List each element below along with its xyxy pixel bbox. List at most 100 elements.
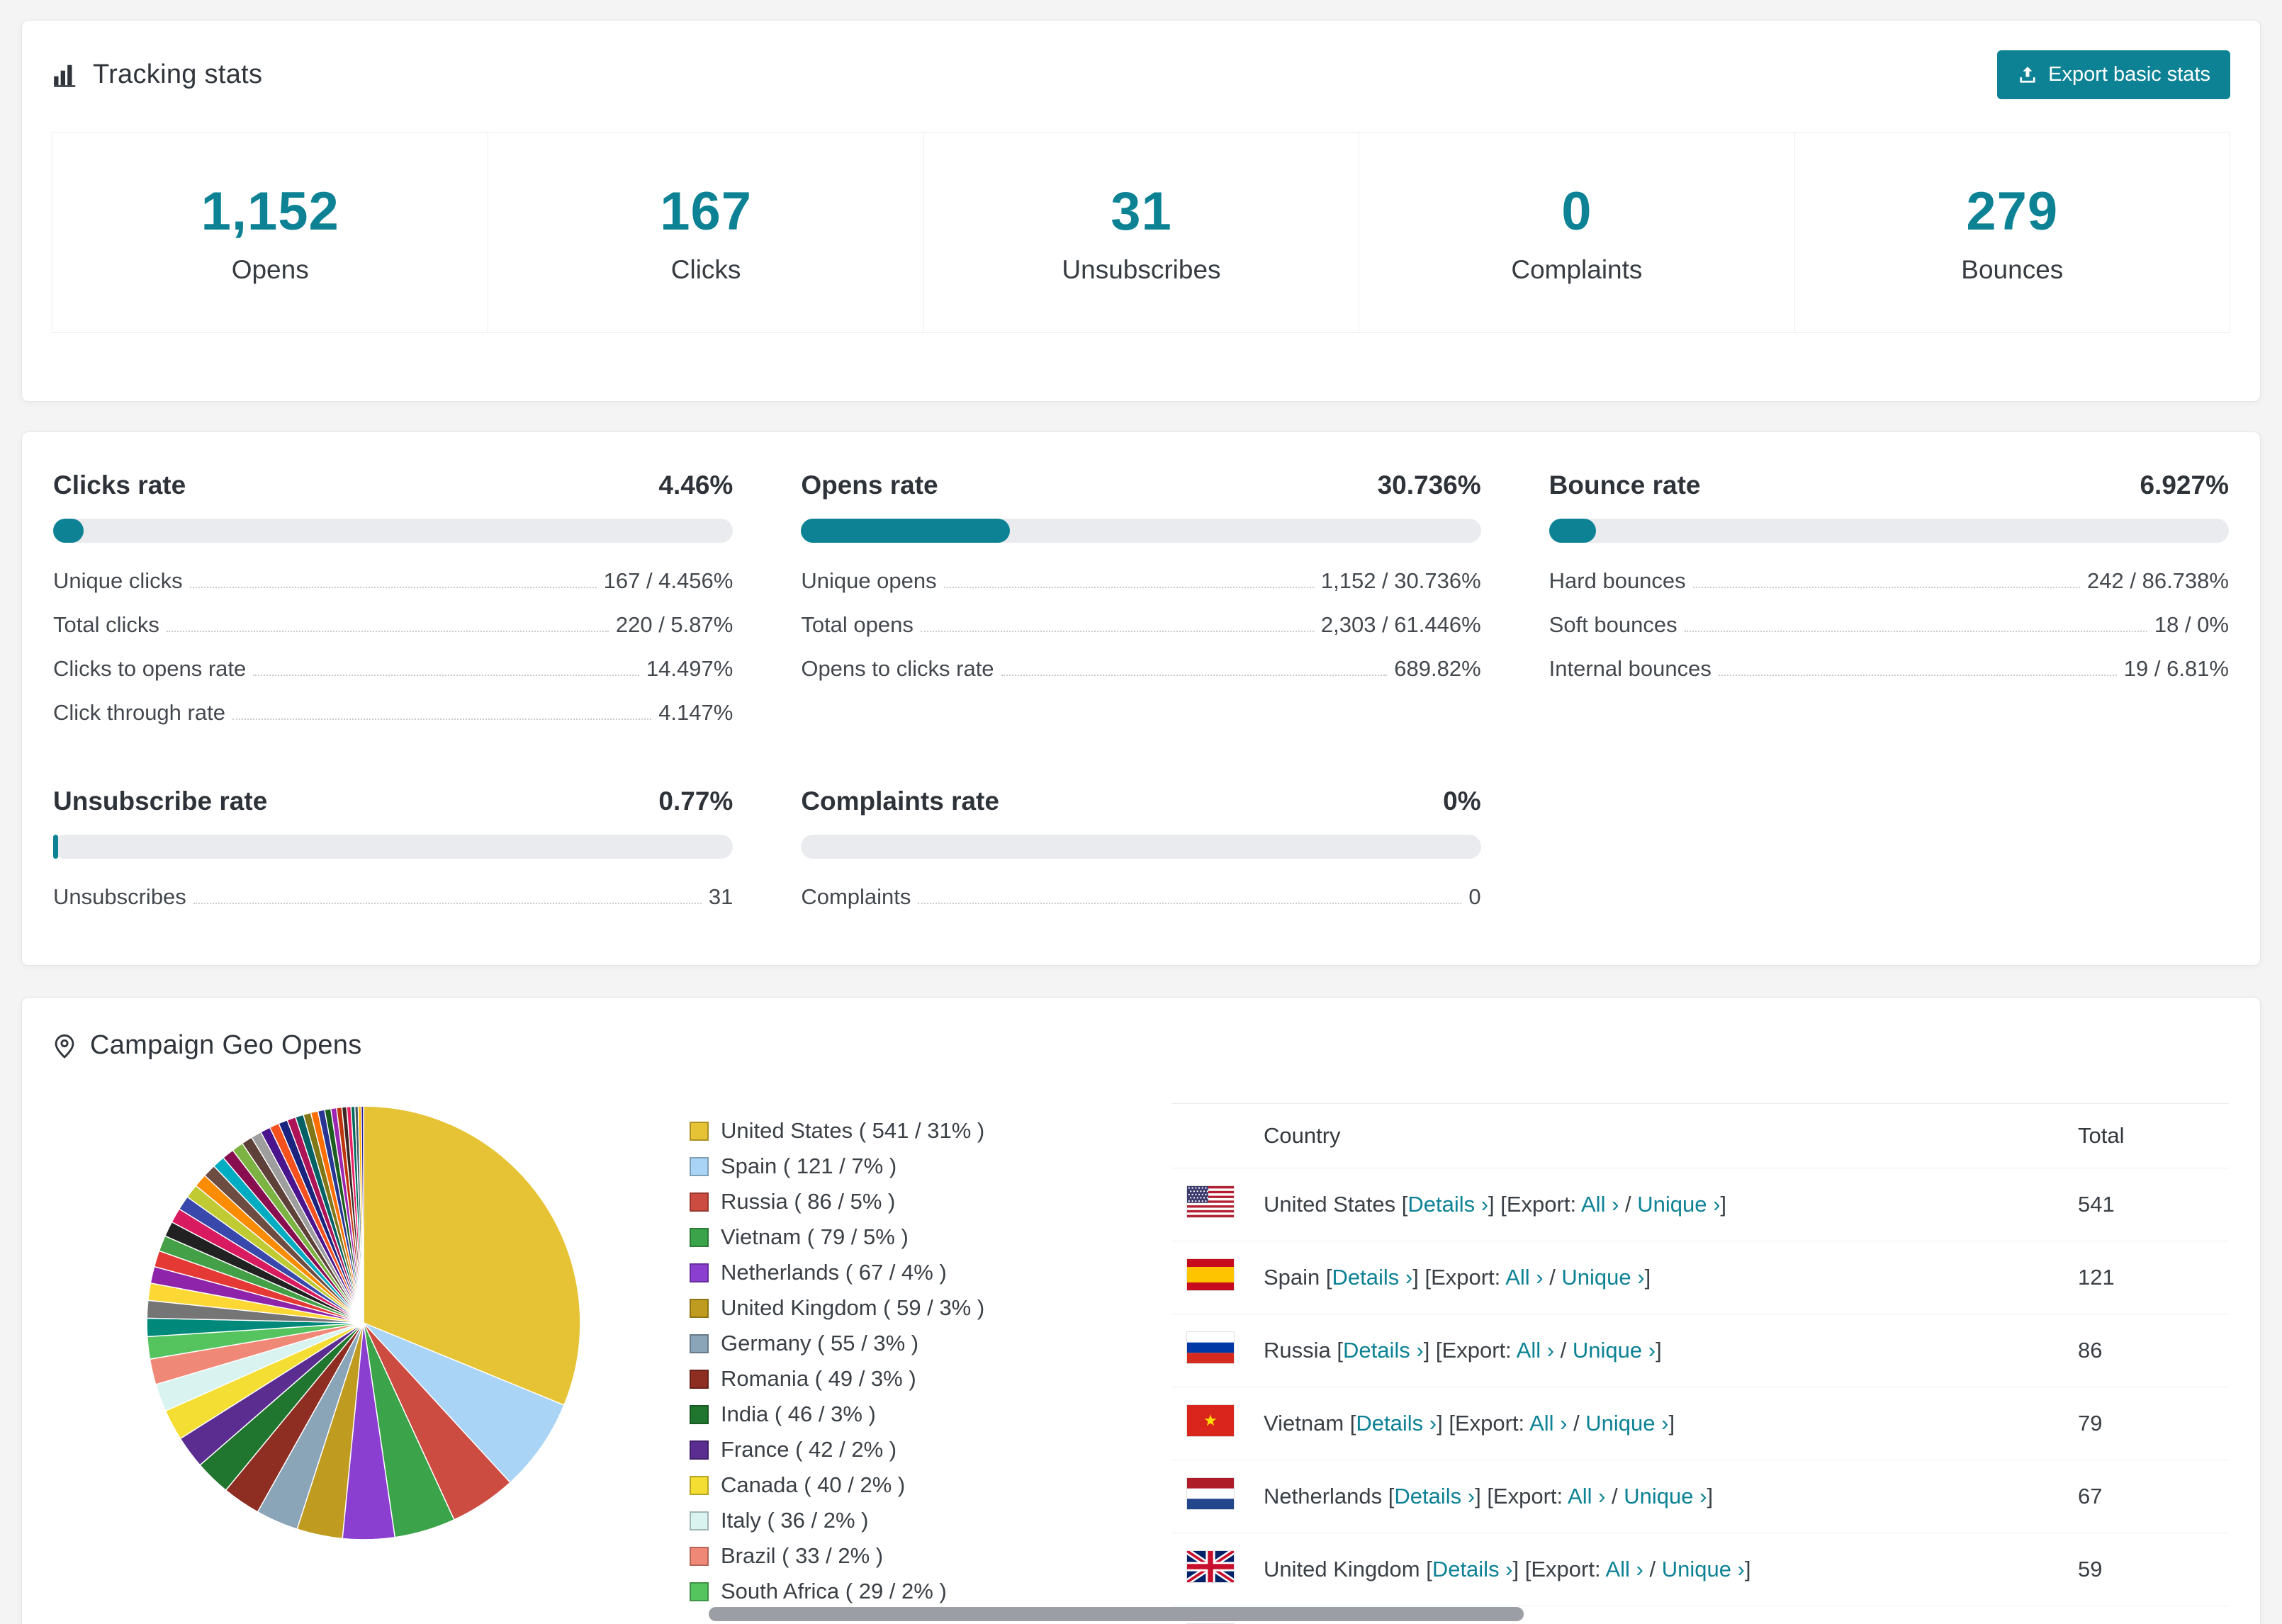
- legend-label: Brazil ( 33 / 2% ): [721, 1543, 884, 1568]
- stat-box: 167 Clicks: [488, 132, 923, 332]
- details-link[interactable]: Details ›: [1343, 1338, 1424, 1363]
- export-all-link[interactable]: All ›: [1605, 1557, 1643, 1581]
- rate-block: Unsubscribe rate 0.77% Unsubscribes 31: [53, 786, 734, 918]
- legend-swatch: [690, 1192, 709, 1212]
- legend-item[interactable]: India ( 46 / 3% ): [690, 1397, 1086, 1432]
- details-link[interactable]: Details ›: [1432, 1557, 1513, 1581]
- export-all-link[interactable]: All ›: [1529, 1411, 1567, 1436]
- rate-row-label: Click through rate: [53, 700, 225, 725]
- geo-pie-chart[interactable]: [144, 1103, 583, 1624]
- stat-box: 279 Bounces: [1794, 132, 2230, 332]
- rate-row-value: 1,152 / 30.736%: [1320, 568, 1481, 593]
- export-unique-link[interactable]: Unique ›: [1662, 1557, 1745, 1581]
- bracket-text: ]: [1644, 1265, 1651, 1290]
- rate-row-label: Unsubscribes: [53, 884, 186, 909]
- rate-rows: Unique clicks 167 / 4.456% Total clicks …: [53, 558, 733, 734]
- legend-swatch: [690, 1369, 709, 1389]
- rate-block: Clicks rate 4.46% Unique clicks 167 / 4.…: [53, 470, 734, 734]
- legend-item[interactable]: Canada ( 40 / 2% ): [690, 1467, 1086, 1503]
- legend-item[interactable]: Germany ( 55 / 3% ): [690, 1326, 1086, 1361]
- rate-title: Complaints rate: [801, 786, 999, 816]
- export-all-link[interactable]: All ›: [1568, 1484, 1605, 1509]
- rate-row-label: Total opens: [801, 612, 914, 637]
- stat-value: 167: [660, 181, 752, 242]
- stat-label: Opens: [231, 254, 309, 284]
- legend-item[interactable]: Vietnam ( 79 / 5% ): [690, 1219, 1086, 1255]
- legend-swatch: [690, 1298, 709, 1318]
- legend-item[interactable]: Romania ( 49 / 3% ): [690, 1361, 1086, 1397]
- rate-row-value: 18 / 0%: [2154, 612, 2229, 637]
- legend-swatch: [690, 1227, 709, 1247]
- legend-item[interactable]: France ( 42 / 2% ): [690, 1432, 1086, 1467]
- country-name: Russia: [1264, 1338, 1331, 1363]
- rate-row: Unique opens 1,152 / 30.736%: [801, 558, 1480, 602]
- dotted-leader: [189, 587, 597, 588]
- legend-item[interactable]: South Africa ( 29 / 2% ): [690, 1574, 1086, 1609]
- export-all-link[interactable]: All ›: [1581, 1192, 1619, 1217]
- progress-bar: [801, 519, 1481, 543]
- legend-label: Spain ( 121 / 7% ): [721, 1154, 897, 1178]
- dotted-leader: [1718, 675, 2117, 676]
- export-basic-stats-button[interactable]: Export basic stats: [1997, 50, 2230, 99]
- legend-label: Romania ( 49 / 3% ): [721, 1366, 916, 1391]
- total-value: 121: [2069, 1241, 2229, 1314]
- table-row: United States [Details ›] [Export: All ›…: [1171, 1168, 2229, 1241]
- rate-title: Opens rate: [801, 470, 938, 500]
- details-link[interactable]: Details ›: [1356, 1411, 1437, 1436]
- legend-item[interactable]: Italy ( 36 / 2% ): [690, 1503, 1086, 1538]
- export-unique-link[interactable]: Unique ›: [1561, 1265, 1644, 1290]
- country-column-header: Country: [1255, 1103, 2069, 1168]
- total-value: 59: [2069, 1533, 2229, 1606]
- table-row: Russia [Details ›] [Export: All › / Uniq…: [1171, 1314, 2229, 1387]
- rate-header: Bounce rate 6.927%: [1549, 470, 2229, 500]
- legend-item[interactable]: Spain ( 121 / 7% ): [690, 1149, 1086, 1184]
- stat-value: 31: [1111, 181, 1172, 242]
- tracking-stats-card: Tracking stats Export basic stats 1,152 …: [21, 20, 2261, 402]
- legend-label: United Kingdom ( 59 / 3% ): [721, 1295, 985, 1320]
- bar-chart-icon: [52, 62, 79, 89]
- export-unique-link[interactable]: Unique ›: [1624, 1484, 1707, 1509]
- export-unique-link[interactable]: Unique ›: [1573, 1338, 1656, 1363]
- legend-item[interactable]: Netherlands ( 67 / 4% ): [690, 1255, 1086, 1290]
- rate-header: Opens rate 30.736%: [801, 470, 1480, 500]
- stat-value: 279: [1966, 181, 2059, 242]
- export-basic-stats-label: Export basic stats: [2048, 63, 2210, 86]
- details-link[interactable]: Details ›: [1407, 1192, 1488, 1217]
- dotted-leader: [920, 631, 1314, 632]
- details-link[interactable]: Details ›: [1332, 1265, 1413, 1290]
- country-name: United States: [1264, 1192, 1396, 1217]
- export-all-link[interactable]: All ›: [1517, 1338, 1554, 1363]
- stat-value: 1,152: [201, 181, 339, 242]
- legend-item[interactable]: Russia ( 86 / 5% ): [690, 1184, 1086, 1219]
- flag-ru-icon: [1187, 1332, 1234, 1363]
- legend-item[interactable]: Brazil ( 33 / 2% ): [690, 1538, 1086, 1574]
- details-link[interactable]: Details ›: [1394, 1484, 1475, 1509]
- rate-row-label: Unique clicks: [53, 568, 183, 593]
- horizontal-scrollbar-thumb[interactable]: [709, 1607, 1524, 1621]
- dotted-leader: [1684, 631, 2147, 632]
- rate-row-label: Clicks to opens rate: [53, 656, 247, 681]
- geo-card: Campaign Geo Opens United States ( 541 /…: [21, 997, 2261, 1624]
- table-row: United Kingdom [Details ›] [Export: All …: [1171, 1533, 2229, 1606]
- legend-label: Netherlands ( 67 / 4% ): [721, 1260, 947, 1285]
- legend-item[interactable]: United States ( 541 / 31% ): [690, 1113, 1086, 1149]
- rate-rows: Complaints 0: [801, 874, 1480, 918]
- rate-row-label: Complaints: [801, 884, 911, 909]
- export-all-link[interactable]: All ›: [1505, 1265, 1543, 1290]
- legend-item[interactable]: United Kingdom ( 59 / 3% ): [690, 1290, 1086, 1326]
- legend-label: Canada ( 40 / 2% ): [721, 1472, 906, 1497]
- rate-value: 6.927%: [2140, 470, 2229, 500]
- export-unique-link[interactable]: Unique ›: [1637, 1192, 1720, 1217]
- dotted-leader: [253, 675, 639, 676]
- total-value: 79: [2069, 1387, 2229, 1460]
- stats-row: 1,152 Opens 167 Clicks 31 Unsubscribes 0…: [52, 132, 2230, 333]
- bracket-text: [: [1395, 1192, 1408, 1217]
- stat-label: Bounces: [1961, 254, 2064, 284]
- export-unique-link[interactable]: Unique ›: [1585, 1411, 1668, 1436]
- country-name: Vietnam: [1264, 1411, 1344, 1436]
- bracket-text: [: [1330, 1338, 1343, 1363]
- legend-label: India ( 46 / 3% ): [721, 1402, 876, 1426]
- bracket-text: [: [1344, 1411, 1356, 1436]
- legend-swatch: [690, 1404, 709, 1424]
- table-row: Spain [Details ›] [Export: All › / Uniqu…: [1171, 1241, 2229, 1314]
